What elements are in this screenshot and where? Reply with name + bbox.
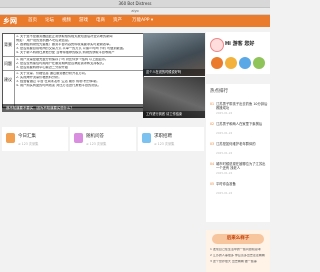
hot-num: 04: [210, 162, 215, 166]
hot-date: 2025-01-24: [216, 131, 233, 135]
news-photo-1[interactable]: 这个人在说的时候说好吗: [143, 33, 205, 76]
hot-text[interactable]: 江苏男子和两人在家里下象棋后: [216, 122, 268, 126]
settings-icon[interactable]: [253, 57, 265, 69]
star-icon[interactable]: [225, 57, 237, 69]
card-title: 求职招聘: [154, 134, 172, 139]
avatar[interactable]: [210, 38, 224, 52]
hot-date: 2025-01-24: [216, 191, 233, 195]
hot-text[interactable]: 城市时候说现在被哪位为了江苏出一个还有 找老人: [216, 162, 268, 170]
card-sub: ≥ 123 次采集: [18, 142, 39, 146]
hot-date: 2025-01-24: [216, 151, 233, 155]
nav-item-assets[interactable]: 资产: [113, 15, 122, 27]
calendar-icon: [6, 133, 15, 143]
hot-num: 02: [210, 122, 215, 126]
card-today[interactable]: 今日汇集 ≥ 123 次采集: [2, 127, 68, 151]
row-label: 问题: [4, 61, 12, 66]
hot-text[interactable]: 江苏是如何维护老年群体的: [216, 142, 268, 146]
card-sub: ≥ 123 次采集: [154, 142, 175, 146]
banner-line: 1 发现自己在生活中的一些问题和思考: [210, 248, 261, 251]
table-row-suggestion: 建议 1. 关于流量、价格信息 通过服务器分析开发方向。 2. 实践海外流量价格…: [3, 70, 143, 87]
row-label: 背景: [4, 42, 12, 47]
profile-panel: Hi 游客 您好: [206, 32, 270, 74]
window-titlebar: 360 Bot Distress: [0, 0, 270, 8]
greeting: Hi 游客 您好: [225, 41, 255, 47]
nav-item-app[interactable]: 万能APP ▾: [132, 15, 153, 27]
card-sub: ≥ 123 次采集: [86, 142, 107, 146]
nav-item-forum[interactable]: 论坛: [45, 15, 54, 27]
promo-banner[interactable]: 后来么样子 1 发现自己在生活中的一些问题和思考 2 江苏的人事很多 你应该多出…: [206, 230, 270, 272]
card-title: 今日汇集: [18, 134, 36, 139]
hot-text[interactable]: 江苏男子带孩子出去钓鱼 10分钟后救援成功: [216, 102, 268, 110]
nav-item-game[interactable]: 游戏: [79, 15, 88, 27]
row-line: 4. 关于新人购物在其他分配 当等待推荐的模式 购物的获取平台等用户: [16, 51, 115, 54]
banner-title: 后来么样子: [212, 234, 264, 244]
row-line: 4. 用户购买商品的时间改变 对比方法进行其他平台的测试。: [16, 84, 101, 87]
news-photo-2[interactable]: 工作进行到底 请工作结束: [143, 77, 205, 118]
card-qa[interactable]: 随机问答 ≥ 123 次采集: [70, 127, 136, 151]
nav-item-video[interactable]: 视频: [62, 15, 71, 27]
photo-caption[interactable]: 这个人在说的时候说好吗: [143, 69, 205, 76]
site-logo[interactable]: 乡网: [3, 16, 17, 26]
banner-line: 2 江苏的人事很多 你应该多出去走走看看: [210, 254, 265, 257]
row-label: 建议: [4, 77, 12, 82]
hot-text[interactable]: 平时你会准备: [216, 182, 268, 186]
question-icon: [74, 133, 83, 143]
table-row-problem: 问题 1. 用户流量是被完整分析保存了吗 对比你多个结构 以上图显示。 2. 是…: [3, 56, 143, 69]
feature-cards: 今日汇集 ≥ 123 次采集 随机问答 ≥ 123 次采集 求职招聘 ≥ 123…: [0, 127, 204, 151]
briefcase-icon: [142, 133, 151, 143]
card-jobs[interactable]: 求职招聘 ≥ 123 次采集: [138, 127, 204, 151]
hot-date: 2025-01-24: [216, 171, 233, 175]
nav-item-home[interactable]: 首页: [28, 15, 37, 27]
home-icon[interactable]: [211, 57, 223, 69]
hot-heading: 热点排行: [210, 89, 228, 94]
address-url[interactable]: aiyo: [0, 8, 270, 14]
banner-line: 3 这个世界很大 出去看看 做一些事: [210, 260, 257, 263]
hot-num: 05: [210, 182, 215, 186]
photo-caption[interactable]: 工作进行到底 请工作结束: [143, 111, 205, 118]
hot-num: 01: [210, 102, 215, 106]
hot-num: 03: [210, 142, 215, 146]
nav-item-shop[interactable]: 电商: [96, 15, 105, 27]
card-title: 随机问答: [86, 134, 104, 139]
slide-caption-bar[interactable]: 我不知道要不要买，因为不知道要买些什么？: [2, 104, 143, 112]
window-title: 360 Bot Distress: [118, 1, 152, 6]
address-bar[interactable]: aiyo: [0, 8, 270, 15]
document-table: 背景 1. 关于是不是服务器因此正常获取相情相关报知道后补全清晰的新闻 例如： …: [2, 33, 144, 108]
hot-ranking: 热点排行 01 江苏男子带孩子出去钓鱼 10分钟后救援成功 2025-01-24…: [206, 84, 270, 222]
top-nav: 乡网 首页 论坛 视频 游戏 电商 资产 万能APP ▾: [0, 15, 270, 27]
message-icon[interactable]: [239, 57, 251, 69]
hot-date: 2025-01-24: [216, 111, 233, 115]
